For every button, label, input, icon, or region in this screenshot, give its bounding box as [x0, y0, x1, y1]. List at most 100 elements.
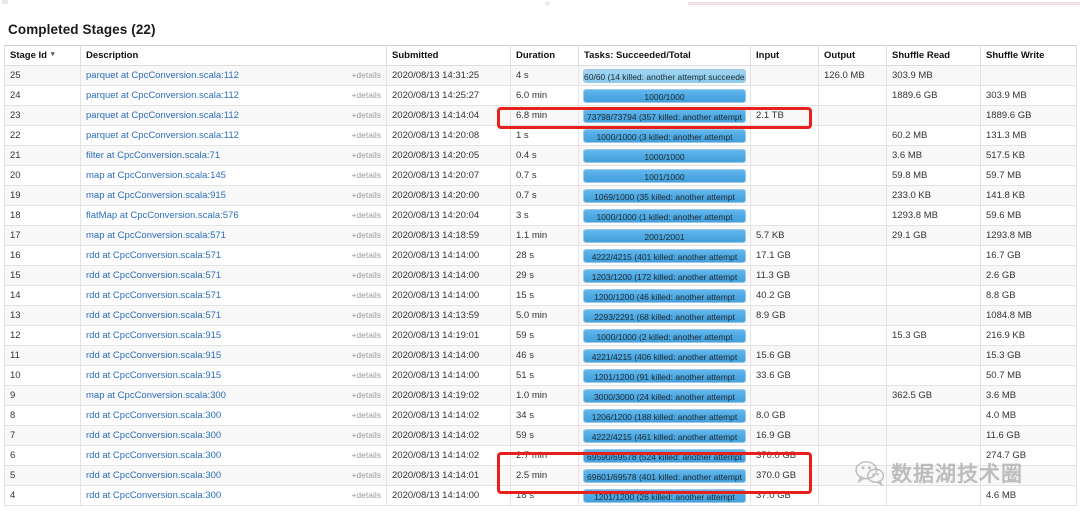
- task-progress-label: 1201/1200 (26 killed: another attempt: [594, 491, 735, 502]
- cell-tasks-progress: 1201/1200 (91 killed: another attempt: [578, 365, 751, 386]
- task-progress-label: 2293/2291 (68 killed: another attempt: [594, 311, 735, 322]
- task-progress-bar: 1000/1000 (2 killed: another attempt: [583, 328, 746, 343]
- details-toggle-link[interactable]: +details: [351, 270, 381, 280]
- stage-description-link[interactable]: rdd at CpcConversion.scala:300: [86, 450, 221, 461]
- stage-description-link[interactable]: flatMap at CpcConversion.scala:576: [86, 210, 239, 221]
- stage-description-link[interactable]: rdd at CpcConversion.scala:300: [86, 410, 221, 421]
- cell-submitted: 2020/08/13 14:25:27: [386, 85, 511, 106]
- details-toggle-link[interactable]: +details: [351, 470, 381, 480]
- details-toggle-link[interactable]: +details: [351, 330, 381, 340]
- cell-description: map at CpcConversion.scala:915 +details: [80, 185, 387, 206]
- details-toggle-link[interactable]: +details: [351, 210, 381, 220]
- cell-description: filter at CpcConversion.scala:71 +details: [80, 145, 387, 166]
- cell-stage-id: 25: [4, 65, 81, 86]
- stage-description-link[interactable]: parquet at CpcConversion.scala:112: [86, 130, 239, 141]
- stage-description-link[interactable]: map at CpcConversion.scala:571: [86, 230, 226, 241]
- details-toggle-link[interactable]: +details: [351, 350, 381, 360]
- stage-description-link[interactable]: rdd at CpcConversion.scala:571: [86, 250, 221, 261]
- stage-description-link[interactable]: map at CpcConversion.scala:145: [86, 170, 226, 181]
- cell-input: [750, 185, 819, 206]
- column-header-shuffle-write[interactable]: Shuffle Write: [980, 45, 1077, 66]
- details-toggle-link[interactable]: +details: [351, 310, 381, 320]
- cell-output: [818, 125, 887, 146]
- column-header-stage-id-label: Stage Id: [10, 50, 47, 61]
- table-row: 21 filter at CpcConversion.scala:71 +detai…: [4, 145, 1077, 166]
- cell-submitted: 2020/08/13 14:14:00: [386, 285, 511, 306]
- column-header-input[interactable]: Input: [750, 45, 819, 66]
- cell-tasks-progress: 1001/1000: [578, 165, 751, 186]
- cell-submitted: 2020/08/13 14:19:01: [386, 325, 511, 346]
- column-header-tasks[interactable]: Tasks: Succeeded/Total: [578, 45, 751, 66]
- cell-shuffle-read: [886, 425, 981, 446]
- page-top-left-nub: [2, 0, 8, 4]
- cell-stage-id: 14: [4, 285, 81, 306]
- column-header-duration[interactable]: Duration: [510, 45, 579, 66]
- sort-descending-icon[interactable]: ▾: [51, 50, 55, 58]
- stage-description-link[interactable]: rdd at CpcConversion.scala:300: [86, 430, 221, 441]
- stage-description-link[interactable]: parquet at CpcConversion.scala:112: [86, 110, 239, 121]
- cell-stage-id: 23: [4, 105, 81, 126]
- details-toggle-link[interactable]: +details: [351, 490, 381, 500]
- stage-description-link[interactable]: map at CpcConversion.scala:915: [86, 190, 226, 201]
- cell-shuffle-read: 15.3 GB: [886, 325, 981, 346]
- task-progress-label: 73798/73794 (357 killed: another attempt: [586, 111, 742, 122]
- details-toggle-link[interactable]: +details: [351, 110, 381, 120]
- details-toggle-link[interactable]: +details: [351, 450, 381, 460]
- cell-output: [818, 345, 887, 366]
- details-toggle-link[interactable]: +details: [351, 90, 381, 100]
- details-toggle-link[interactable]: +details: [351, 130, 381, 140]
- column-header-description[interactable]: Description: [80, 45, 387, 66]
- stage-description-link[interactable]: rdd at CpcConversion.scala:915: [86, 330, 221, 341]
- details-toggle-link[interactable]: +details: [351, 150, 381, 160]
- details-toggle-link[interactable]: +details: [351, 370, 381, 380]
- stage-description-link[interactable]: map at CpcConversion.scala:300: [86, 390, 226, 401]
- task-progress-label: 2001/2001: [644, 231, 685, 242]
- stage-description-link[interactable]: parquet at CpcConversion.scala:112: [86, 90, 239, 101]
- cell-input: 370.0 GB: [750, 445, 819, 466]
- stage-description-link[interactable]: rdd at CpcConversion.scala:300: [86, 490, 221, 501]
- column-header-stage-id[interactable]: Stage Id ▾: [4, 45, 81, 66]
- details-toggle-link[interactable]: +details: [351, 230, 381, 240]
- column-header-output[interactable]: Output: [818, 45, 887, 66]
- spark-stages-page: Completed Stages (22) Stage Id ▾ Descript…: [0, 0, 1080, 528]
- task-progress-label: 1203/1200 (172 killed: another attempt: [591, 271, 738, 282]
- stage-description-link[interactable]: rdd at CpcConversion.scala:300: [86, 470, 221, 481]
- cell-tasks-progress: 60/60 (14 killed: another attempt succee…: [578, 65, 751, 86]
- table-row: 20 map at CpcConversion.scala:145 +details…: [4, 165, 1077, 186]
- cell-input: 33.6 GB: [750, 365, 819, 386]
- details-toggle-link[interactable]: +details: [351, 410, 381, 420]
- table-row: 24 parquet at CpcConversion.scala:112 +det…: [4, 85, 1077, 106]
- details-toggle-link[interactable]: +details: [351, 250, 381, 260]
- task-progress-bar: 1206/1200 (188 killed: another attempt: [583, 408, 746, 423]
- details-toggle-link[interactable]: +details: [351, 70, 381, 80]
- details-toggle-link[interactable]: +details: [351, 430, 381, 440]
- cell-tasks-progress: 1000/1000: [578, 85, 751, 106]
- stage-description-link[interactable]: rdd at CpcConversion.scala:571: [86, 310, 221, 321]
- stage-description-link[interactable]: rdd at CpcConversion.scala:915: [86, 350, 221, 361]
- cell-tasks-progress: 1069/1000 (35 killed: another attempt: [578, 185, 751, 206]
- stage-description-link[interactable]: rdd at CpcConversion.scala:571: [86, 270, 221, 281]
- task-progress-bar: 1201/1200 (26 killed: another attempt: [583, 488, 746, 503]
- cell-duration: 0.7 s: [510, 165, 579, 186]
- stage-description-link[interactable]: filter at CpcConversion.scala:71: [86, 150, 220, 161]
- details-toggle-link[interactable]: +details: [351, 170, 381, 180]
- details-toggle-link[interactable]: +details: [351, 290, 381, 300]
- cell-stage-id: 21: [4, 145, 81, 166]
- cell-tasks-progress: 4222/4215 (401 killed: another attempt: [578, 245, 751, 266]
- stage-description-link[interactable]: parquet at CpcConversion.scala:112: [86, 70, 239, 81]
- table-row: 12 rdd at CpcConversion.scala:915 +details…: [4, 325, 1077, 346]
- cell-tasks-progress: 2293/2291 (68 killed: another attempt: [578, 305, 751, 326]
- table-row: 19 map at CpcConversion.scala:915 +details…: [4, 185, 1077, 206]
- cell-duration: 6.0 min: [510, 85, 579, 106]
- cell-duration: 59 s: [510, 325, 579, 346]
- cell-shuffle-read: [886, 305, 981, 326]
- cell-input: 2.1 TB: [750, 105, 819, 126]
- cell-output: [818, 245, 887, 266]
- column-header-shuffle-read[interactable]: Shuffle Read: [886, 45, 981, 66]
- column-header-submitted[interactable]: Submitted: [386, 45, 511, 66]
- details-toggle-link[interactable]: +details: [351, 190, 381, 200]
- details-toggle-link[interactable]: +details: [351, 390, 381, 400]
- stage-description-link[interactable]: rdd at CpcConversion.scala:915: [86, 370, 221, 381]
- table-row: 17 map at CpcConversion.scala:571 +details…: [4, 225, 1077, 246]
- stage-description-link[interactable]: rdd at CpcConversion.scala:571: [86, 290, 221, 301]
